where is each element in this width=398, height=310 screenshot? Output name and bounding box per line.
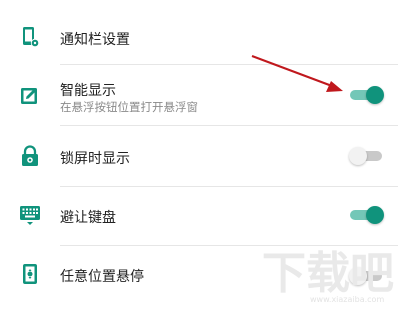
watermark-url: www.xiazaiba.com	[310, 295, 384, 304]
watermark-text: 下载吧	[262, 248, 394, 299]
watermark-logo: 下载吧 www.xiazaiba.com	[262, 236, 398, 306]
watermark-logo-icon: 下载吧 www.xiazaiba.com	[262, 248, 394, 304]
